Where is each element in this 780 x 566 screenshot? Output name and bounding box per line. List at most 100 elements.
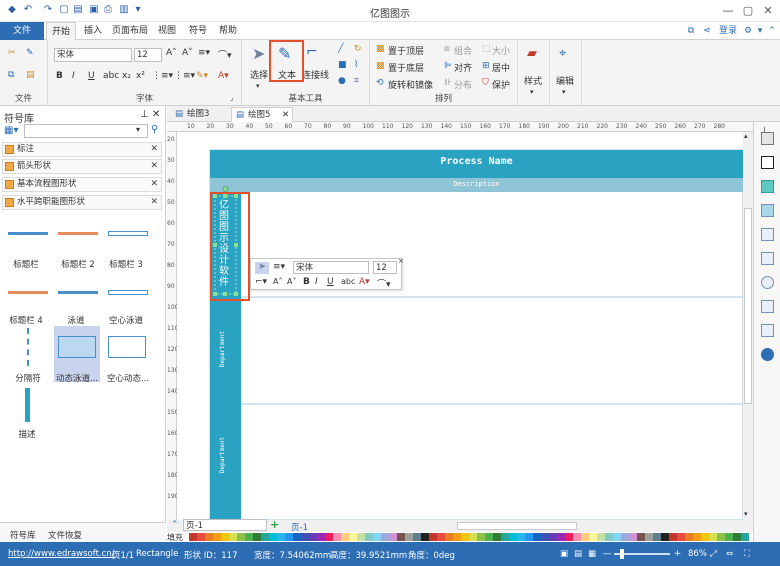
- color-swatch[interactable]: [709, 533, 717, 541]
- color-swatch[interactable]: [477, 533, 485, 541]
- curve-tool-icon[interactable]: ↻: [354, 44, 362, 54]
- library-item-close-icon[interactable]: ✕: [150, 178, 158, 191]
- color-swatch[interactable]: [717, 533, 725, 541]
- select-tool-dropdown-icon[interactable]: ▾: [256, 82, 260, 90]
- float-bold-icon[interactable]: B: [303, 277, 310, 287]
- float-select-icon[interactable]: ➤: [255, 262, 269, 274]
- color-swatch[interactable]: [589, 533, 597, 541]
- shape-preview-separator[interactable]: [27, 328, 29, 366]
- rectangle-tool-icon[interactable]: ■: [338, 60, 347, 70]
- library-close-icon[interactable]: ✕: [152, 109, 160, 120]
- color-swatch[interactable]: [597, 533, 605, 541]
- close-icon[interactable]: ✕: [758, 3, 778, 19]
- department-label[interactable]: Department: [219, 430, 229, 480]
- horizontal-scrollbar-thumb[interactable]: [457, 522, 577, 530]
- library-pin-icon[interactable]: ⊥: [140, 109, 149, 120]
- scroll-up-icon[interactable]: ▴: [744, 132, 748, 140]
- shape-preview-title-bar-2[interactable]: [58, 232, 98, 235]
- color-swatch[interactable]: [621, 533, 629, 541]
- shape-preview-hollow-dynamic[interactable]: [108, 336, 146, 358]
- bold-icon[interactable]: B: [56, 71, 63, 81]
- shrink-font-icon[interactable]: A˅: [182, 48, 193, 58]
- fit-width-icon[interactable]: ⇔: [726, 549, 733, 559]
- library-item[interactable]: 标注 ✕: [2, 142, 162, 157]
- color-swatch[interactable]: [213, 533, 221, 541]
- float-size-select[interactable]: 12: [373, 261, 397, 274]
- color-swatch[interactable]: [605, 533, 613, 541]
- protect-button[interactable]: 保护: [492, 78, 510, 91]
- float-italic-icon[interactable]: I: [315, 277, 318, 287]
- shape-preview-title-bar-3[interactable]: [108, 231, 148, 236]
- color-swatch[interactable]: [653, 533, 661, 541]
- tab-help[interactable]: 帮助: [214, 22, 242, 40]
- fit-page-icon[interactable]: ⤢: [710, 549, 717, 559]
- tab-home[interactable]: 开始: [46, 22, 76, 41]
- spacing-icon[interactable]: ⌒▾: [218, 48, 232, 61]
- website-link[interactable]: http://www.edrawsoft.cn/: [8, 549, 115, 559]
- color-swatch[interactable]: [357, 533, 365, 541]
- send-back-button[interactable]: 置于底层: [388, 61, 424, 74]
- zoom-out-icon[interactable]: —: [603, 549, 612, 559]
- float-spacing-icon[interactable]: ⌒▾: [377, 277, 391, 290]
- color-swatch[interactable]: [365, 533, 373, 541]
- color-swatch[interactable]: [581, 533, 589, 541]
- connector-tool-label[interactable]: 连接线: [302, 68, 329, 81]
- color-swatch[interactable]: [437, 533, 445, 541]
- subscript-icon[interactable]: x₂: [122, 71, 131, 81]
- send-back-icon[interactable]: ▩: [376, 61, 385, 71]
- shape-preview-title-bar-4[interactable]: [8, 291, 48, 294]
- color-swatch[interactable]: [517, 533, 525, 541]
- grow-font-icon[interactable]: A˄: [166, 48, 177, 58]
- share-icon[interactable]: ⋖: [700, 22, 714, 40]
- color-swatch[interactable]: [501, 533, 509, 541]
- select-tool-icon[interactable]: ➤: [252, 44, 265, 63]
- color-swatch[interactable]: [293, 533, 301, 541]
- library-search-dropdown-icon[interactable]: ▾: [136, 125, 140, 134]
- float-connector-icon[interactable]: ⌐▾: [255, 277, 267, 287]
- color-swatch[interactable]: [541, 533, 549, 541]
- format-painter-icon[interactable]: ✎: [26, 48, 34, 58]
- superscript-icon[interactable]: x²: [136, 71, 145, 81]
- crop-tool-icon[interactable]: ⌗: [354, 76, 359, 86]
- select-tool-label[interactable]: 选择: [250, 68, 268, 81]
- color-swatch[interactable]: [309, 533, 317, 541]
- color-swatch[interactable]: [429, 533, 437, 541]
- color-swatch[interactable]: [493, 533, 501, 541]
- float-align-icon[interactable]: ≡▾: [273, 262, 285, 272]
- color-swatch[interactable]: [637, 533, 645, 541]
- color-swatch[interactable]: [677, 533, 685, 541]
- color-swatch[interactable]: [229, 533, 237, 541]
- tab-file[interactable]: 文件: [0, 22, 44, 40]
- color-swatch[interactable]: [533, 533, 541, 541]
- color-swatch[interactable]: [461, 533, 469, 541]
- color-swatch[interactable]: [685, 533, 693, 541]
- color-swatch[interactable]: [669, 533, 677, 541]
- color-swatch[interactable]: [629, 533, 637, 541]
- color-swatch[interactable]: [445, 533, 453, 541]
- color-swatch[interactable]: [701, 533, 709, 541]
- fullscreen-icon[interactable]: ⛶: [744, 549, 750, 559]
- color-swatch[interactable]: [413, 533, 421, 541]
- color-swatch[interactable]: [245, 533, 253, 541]
- center-button[interactable]: 居中: [492, 61, 510, 74]
- color-swatch[interactable]: [693, 533, 701, 541]
- ellipse-tool-icon[interactable]: ●: [338, 76, 346, 86]
- doc-tab-1[interactable]: ▤ 绘图3: [171, 107, 231, 122]
- shape-preview-description[interactable]: [25, 388, 30, 422]
- tab-file-recovery[interactable]: 文件恢复: [48, 529, 82, 541]
- float-grow-font-icon[interactable]: A˄: [273, 277, 282, 286]
- connector-tool-icon[interactable]: ⌐: [306, 44, 318, 60]
- style-button[interactable]: 样式: [524, 74, 542, 87]
- color-swatch[interactable]: [573, 533, 581, 541]
- color-swatch[interactable]: [325, 533, 333, 541]
- comment-panel-icon[interactable]: [761, 324, 774, 337]
- edit-dropdown-icon[interactable]: ▾: [562, 88, 566, 96]
- highlight-icon[interactable]: ✎▾: [196, 71, 208, 81]
- shadow-panel-icon[interactable]: [761, 180, 774, 193]
- color-swatch[interactable]: [549, 533, 557, 541]
- page-panel-icon[interactable]: [761, 252, 774, 265]
- color-swatch[interactable]: [469, 533, 477, 541]
- paste-icon[interactable]: ▤: [26, 70, 35, 80]
- line-tool-icon[interactable]: ╱: [338, 44, 343, 54]
- color-swatch[interactable]: [725, 533, 733, 541]
